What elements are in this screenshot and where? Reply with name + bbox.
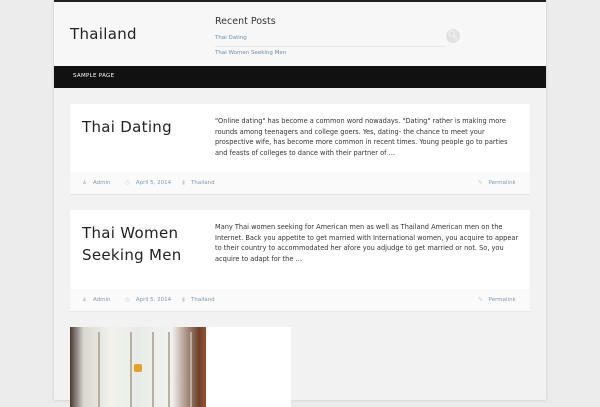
post-title[interactable]: Thai Women Seeking Men [82,222,202,266]
folder-icon: ▮ [182,180,186,186]
post-category[interactable]: Thailand [191,180,215,186]
post-meta: ♟ Admin ◷ April 5, 2014 ▮ Thailand ✎ Permali… [70,289,530,311]
folder-icon: ▮ [182,297,186,303]
post-author[interactable]: Admin [93,297,111,303]
site-title[interactable]: Thailand [70,25,137,43]
post-card-image [70,327,291,407]
link-icon: ✎ [478,297,483,303]
post-card: Thai Dating "Online dating" has become a… [70,104,530,194]
recent-posts-widget: Recent Posts Thai Dating Thai Women Seek… [215,16,445,61]
page-container: Thailand Recent Posts Thai Dating Thai W… [54,0,546,407]
post-featured-image[interactable] [70,327,206,407]
recent-post-link[interactable]: Thai Women Seeking Men [215,47,445,61]
recent-post-link[interactable]: Thai Dating [215,32,445,47]
post-date[interactable]: April 5, 2014 [136,180,171,186]
post-author[interactable]: Admin [93,180,111,186]
post-meta: ♟ Admin ◷ April 5, 2014 ▮ Thailand ✎ Permali… [70,172,530,194]
link-icon: ✎ [478,180,483,186]
site-header: Thailand Recent Posts Thai Dating Thai W… [54,0,546,66]
search-icon[interactable]: 🔍︎ [446,29,460,43]
user-icon: ♟ [82,180,87,186]
widget-title: Recent Posts [215,16,276,27]
clock-icon: ◷ [125,180,130,186]
lamp-icon [134,364,142,372]
nav-item-sample-page[interactable]: SAMPLE PAGE [73,73,114,79]
post-excerpt: "Online dating" has become a common word… [215,117,508,157]
main-nav: SAMPLE PAGE [54,66,546,88]
post-title[interactable]: Thai Dating [82,116,202,138]
post-date[interactable]: April 5, 2014 [136,297,171,303]
user-icon: ♟ [82,297,87,303]
post-permalink[interactable]: Permalink [489,297,516,303]
post-excerpt: Many Thai women seeking for American men… [215,223,519,263]
post-permalink[interactable]: Permalink [489,180,516,186]
post-card: Thai Women Seeking Men Many Thai women s… [70,210,530,311]
clock-icon: ◷ [125,297,130,303]
post-category[interactable]: Thailand [191,297,215,303]
